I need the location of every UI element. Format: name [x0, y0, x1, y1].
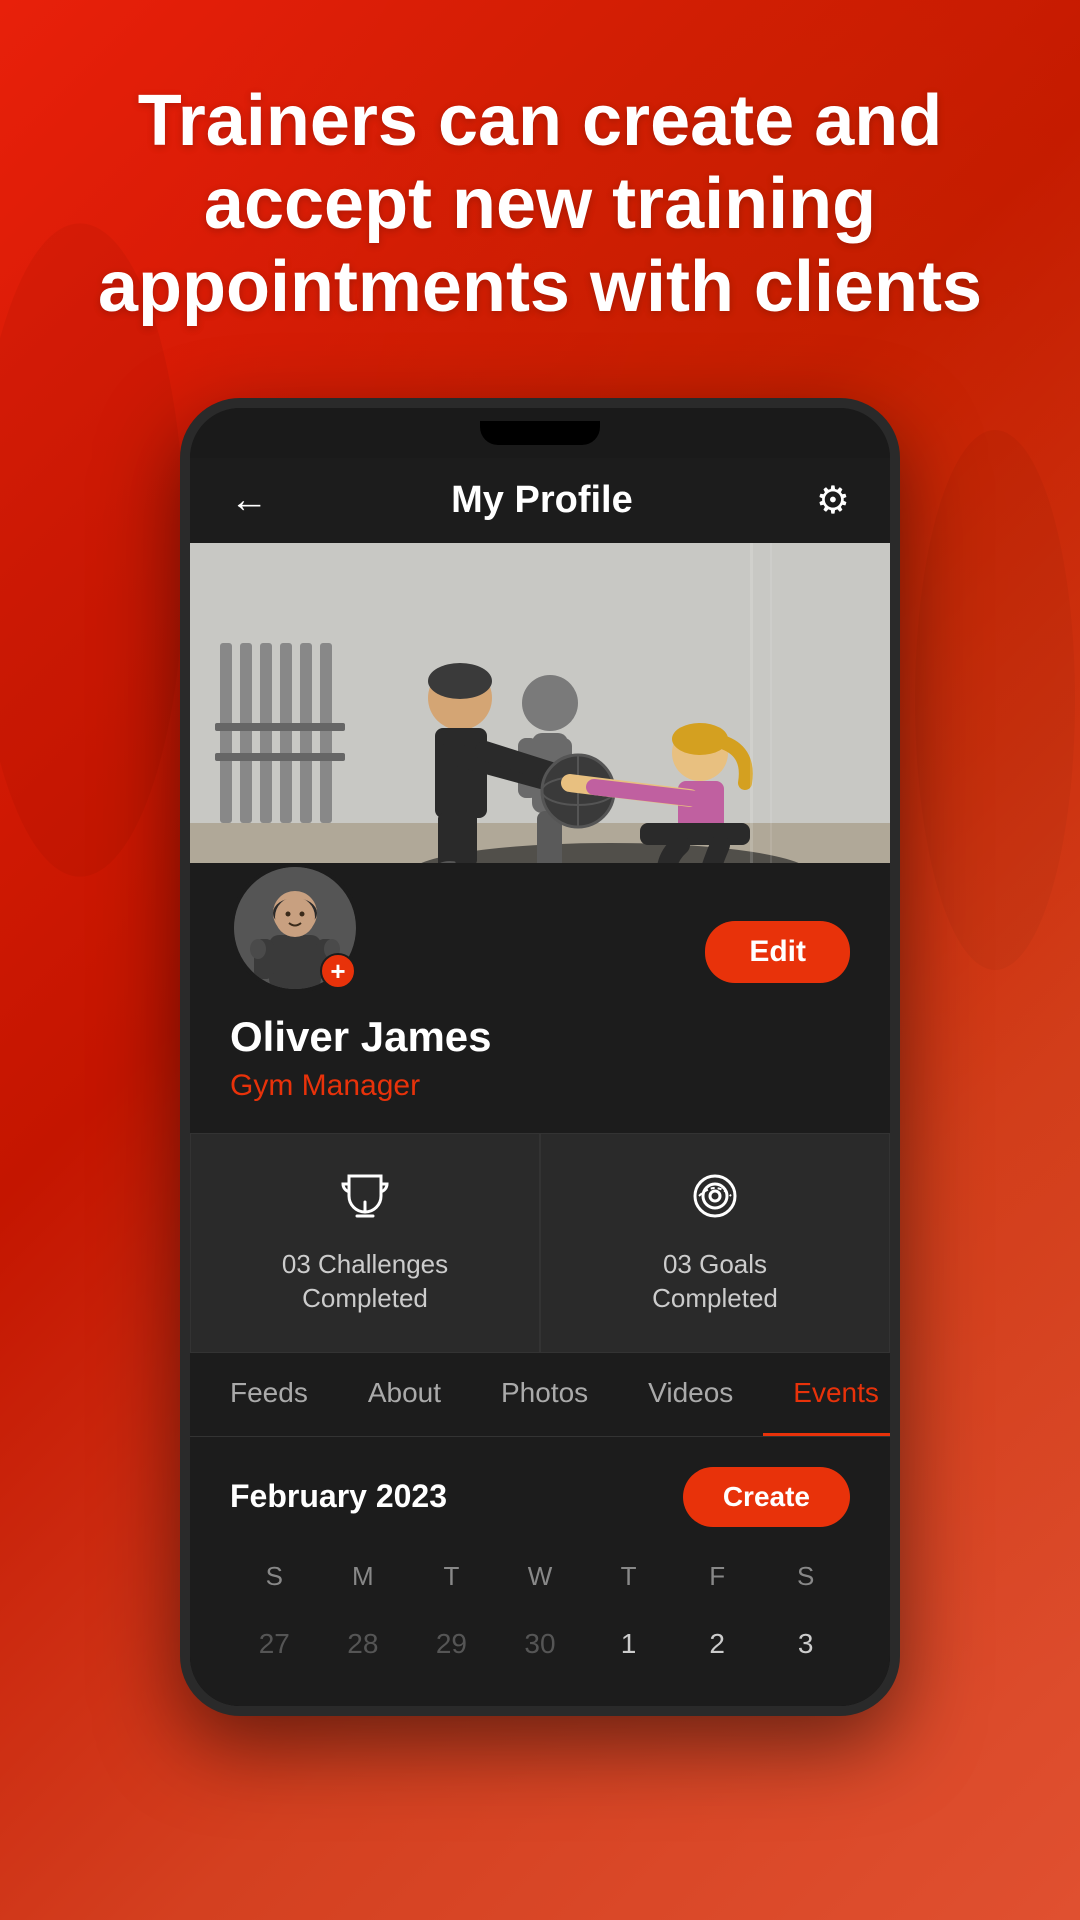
day-header-s2: S [761, 1551, 850, 1602]
calendar-header: February 2023 Create [230, 1467, 850, 1527]
app-background: Trainers can create and accept new train… [0, 0, 1080, 1920]
date-cell-28[interactable]: 28 [319, 1612, 408, 1676]
phone-body: ← My Profile ⚙ [180, 398, 900, 1716]
calendar-section: February 2023 Create S M T W T F S 27 [190, 1437, 890, 1706]
challenges-label: 03 ChallengesCompleted [282, 1248, 448, 1316]
challenges-stat-card: 03 ChallengesCompleted [190, 1133, 540, 1353]
settings-button[interactable]: ⚙ [816, 478, 850, 523]
date-cell-1[interactable]: 1 [584, 1612, 673, 1676]
avatar-container: + [230, 863, 360, 993]
stats-row: 03 ChallengesCompleted [190, 1133, 890, 1353]
nav-bar: ← My Profile ⚙ [190, 458, 890, 543]
date-cell-30[interactable]: 30 [496, 1612, 585, 1676]
day-header-m: M [319, 1551, 408, 1602]
goals-label: 03 GoalsCompleted [652, 1248, 778, 1316]
user-name: Oliver James [230, 1013, 850, 1061]
date-cell-3[interactable]: 3 [761, 1612, 850, 1676]
calendar-days-header: S M T W T F S [230, 1551, 850, 1602]
add-photo-button[interactable]: + [320, 953, 356, 989]
edit-profile-button[interactable]: Edit [705, 921, 850, 983]
bg-silhouette-right [870, 400, 1080, 1000]
goals-stat-card: 03 GoalsCompleted [540, 1133, 890, 1353]
tab-photos[interactable]: Photos [471, 1353, 618, 1436]
date-cell-29[interactable]: 29 [407, 1612, 496, 1676]
phone-device: ← My Profile ⚙ [180, 398, 900, 1716]
create-event-button[interactable]: Create [683, 1467, 850, 1527]
tab-about[interactable]: About [338, 1353, 471, 1436]
hero-headline: Trainers can create and accept new train… [38, 0, 1042, 388]
date-cell-27[interactable]: 27 [230, 1612, 319, 1676]
day-header-t1: T [407, 1551, 496, 1602]
target-icon [689, 1170, 741, 1234]
day-header-f: F [673, 1551, 762, 1602]
user-role: Gym Manager [230, 1069, 850, 1103]
tab-bar: Feeds About Photos Videos Events [190, 1353, 890, 1437]
phone-notch [190, 408, 890, 458]
date-cell-2[interactable]: 2 [673, 1612, 762, 1676]
day-header-s1: S [230, 1551, 319, 1602]
day-header-w: W [496, 1551, 585, 1602]
calendar-month-label: February 2023 [230, 1478, 447, 1515]
avatar-row: + Edit [230, 863, 850, 993]
tab-videos[interactable]: Videos [618, 1353, 763, 1436]
tab-events[interactable]: Events [763, 1353, 890, 1436]
profile-section: + Edit Oliver James Gym Manager [190, 863, 890, 1133]
back-button[interactable]: ← [230, 479, 268, 522]
tab-feeds[interactable]: Feeds [200, 1353, 338, 1436]
page-title: My Profile [451, 479, 633, 522]
app-screen: ← My Profile ⚙ [190, 458, 890, 1706]
trophy-icon [339, 1170, 391, 1234]
day-header-t2: T [584, 1551, 673, 1602]
calendar-dates: 27 28 29 30 1 2 3 [230, 1612, 850, 1676]
